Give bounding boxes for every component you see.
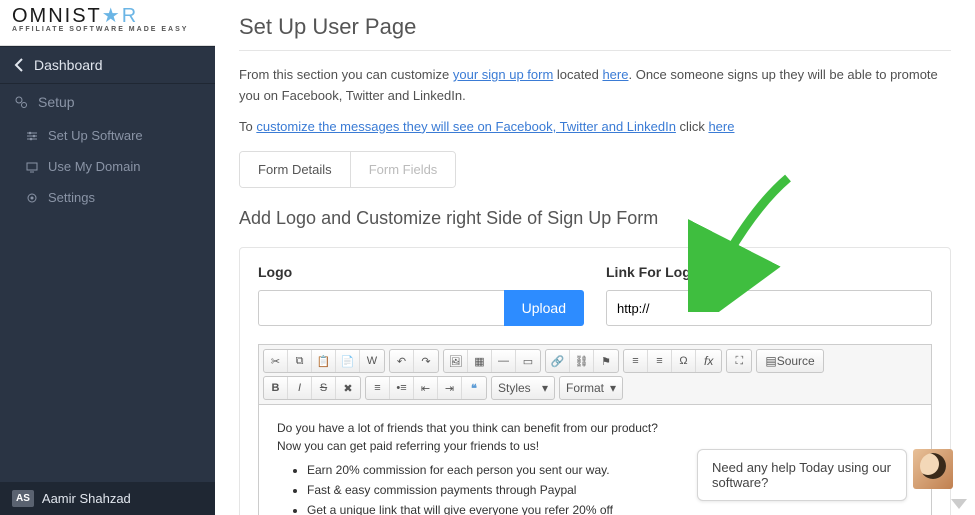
nav-settings[interactable]: Settings bbox=[0, 182, 215, 213]
cut-icon[interactable]: ✂ bbox=[264, 350, 288, 372]
brand-tagline: AFFILIATE SOFTWARE MADE EASY bbox=[12, 26, 203, 33]
unlink-icon[interactable]: ⛓ bbox=[570, 350, 594, 372]
paste-text-icon[interactable]: 📄 bbox=[336, 350, 360, 372]
italic-icon[interactable]: I bbox=[288, 377, 312, 399]
link-icon[interactable]: 🔗 bbox=[546, 350, 570, 372]
nav-use-domain-label: Use My Domain bbox=[48, 159, 140, 174]
editor-line-1: Do you have a lot of friends that you th… bbox=[277, 419, 913, 437]
user-badge: AS bbox=[12, 490, 34, 507]
brand-name-2: ★R bbox=[102, 5, 138, 27]
user-bar[interactable]: AS Aamir Shahzad bbox=[0, 482, 215, 515]
link-customize-messages[interactable]: customize the messages they will see on … bbox=[256, 119, 676, 134]
main-content: Set Up User Page From this section you c… bbox=[215, 0, 975, 515]
logo-label: Logo bbox=[258, 264, 584, 280]
tab-form-fields[interactable]: Form Fields bbox=[350, 152, 456, 187]
tab-bar: Form Details Form Fields bbox=[239, 151, 456, 188]
nav-use-domain[interactable]: Use My Domain bbox=[0, 151, 215, 182]
link-here-2[interactable]: here bbox=[708, 119, 734, 134]
chevron-left-icon bbox=[14, 58, 24, 72]
nav-setup-software-label: Set Up Software bbox=[48, 128, 143, 143]
nav-setup[interactable]: Setup bbox=[0, 84, 215, 120]
redo-icon[interactable]: ↷ bbox=[414, 350, 438, 372]
nav-setup-software[interactable]: Set Up Software bbox=[0, 120, 215, 151]
cogs-icon bbox=[14, 95, 28, 109]
maximize-icon[interactable]: ⛶ bbox=[727, 350, 751, 372]
strike-icon[interactable]: S bbox=[312, 377, 336, 399]
editor-toolbar: ✂⧉📋📄W ↶↷ 🖼▦—▭ 🔗⛓⚑ ≡≡Ωfx ⛶ ▤ Source BIS✖ … bbox=[259, 345, 931, 405]
help-toggle-icon[interactable] bbox=[951, 499, 967, 509]
nav-dashboard[interactable]: Dashboard bbox=[0, 46, 215, 84]
styles-dropdown[interactable]: Styles▾ bbox=[492, 377, 554, 399]
hr-icon[interactable]: — bbox=[492, 350, 516, 372]
user-name: Aamir Shahzad bbox=[42, 491, 131, 506]
blockquote-icon[interactable]: ❝ bbox=[462, 377, 486, 399]
format-dropdown[interactable]: Format▾ bbox=[560, 377, 622, 399]
editor-bullet-3: Get a unique link that will give everyon… bbox=[307, 501, 913, 515]
clear-format-icon[interactable]: ✖ bbox=[336, 377, 360, 399]
logo-file-input[interactable] bbox=[258, 290, 504, 326]
sidebar: OMNIST★R AFFILIATE SOFTWARE MADE EASY Da… bbox=[0, 0, 215, 515]
flag-icon[interactable]: ⚑ bbox=[594, 350, 618, 372]
brand-name-1: OMNIST bbox=[12, 5, 102, 27]
intro-1: From this section you can customize your… bbox=[239, 65, 951, 107]
link-for-logo-label: Link For Logo bbox=[606, 264, 932, 280]
undo-icon[interactable]: ↶ bbox=[390, 350, 414, 372]
bold-icon[interactable]: B bbox=[264, 377, 288, 399]
iframe-icon[interactable]: ▭ bbox=[516, 350, 540, 372]
indent-icon[interactable]: ⇥ bbox=[438, 377, 462, 399]
upload-button[interactable]: Upload bbox=[504, 290, 584, 326]
link-here-1[interactable]: here bbox=[602, 67, 628, 82]
help-bubble: Need any help Today using our software? bbox=[697, 449, 907, 501]
copy-icon[interactable]: ⧉ bbox=[288, 350, 312, 372]
gear-icon bbox=[26, 192, 38, 204]
table-icon[interactable]: ▦ bbox=[468, 350, 492, 372]
help-avatar bbox=[913, 449, 953, 489]
divider bbox=[239, 50, 951, 51]
sliders-icon bbox=[26, 130, 38, 142]
nav-dashboard-label: Dashboard bbox=[34, 57, 103, 73]
align-center-icon[interactable]: ≡ bbox=[648, 350, 672, 372]
align-left-icon[interactable]: ≡ bbox=[624, 350, 648, 372]
link-for-logo-input[interactable] bbox=[606, 290, 932, 326]
page-title: Set Up User Page bbox=[239, 14, 951, 40]
section-title: Add Logo and Customize right Side of Sig… bbox=[239, 208, 951, 229]
monitor-icon bbox=[26, 161, 38, 173]
help-widget[interactable]: Need any help Today using our software? bbox=[697, 449, 953, 501]
tab-form-details[interactable]: Form Details bbox=[240, 152, 350, 187]
ol-icon[interactable]: ≡ bbox=[366, 377, 390, 399]
omega-icon[interactable]: Ω bbox=[672, 350, 696, 372]
image-icon[interactable]: 🖼 bbox=[444, 350, 468, 372]
outdent-icon[interactable]: ⇤ bbox=[414, 377, 438, 399]
ul-icon[interactable]: •≡ bbox=[390, 377, 414, 399]
intro-2: To customize the messages they will see … bbox=[239, 117, 951, 138]
source-button[interactable]: ▤ Source bbox=[757, 350, 822, 372]
nav-setup-label: Setup bbox=[38, 94, 75, 110]
paste-word-icon[interactable]: W bbox=[360, 350, 384, 372]
nav-settings-label: Settings bbox=[48, 190, 95, 205]
fx-icon[interactable]: fx bbox=[696, 350, 721, 372]
brand-logo: OMNIST★R AFFILIATE SOFTWARE MADE EASY bbox=[0, 0, 215, 46]
link-signup-form[interactable]: your sign up form bbox=[453, 67, 553, 82]
paste-icon[interactable]: 📋 bbox=[312, 350, 336, 372]
